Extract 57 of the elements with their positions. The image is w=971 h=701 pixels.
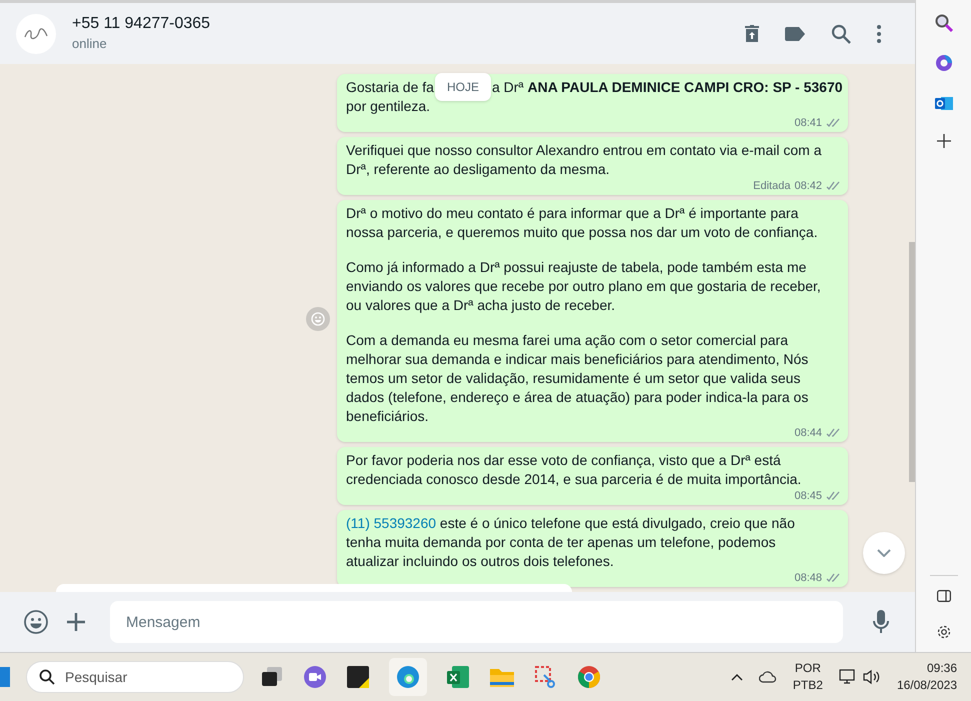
message-text: (11) 55393260 este é o único telefone que está divulgado, creio que não tenha muita demanda por conta de ter apenas um telefone, podemos atualizar incluindo os outros dois telefones. [346, 514, 796, 571]
video-app-icon[interactable] [303, 665, 327, 689]
cloud-icon[interactable] [758, 671, 777, 683]
network-icon[interactable] [838, 669, 857, 685]
message-text: Como já informado a Drª possui reajuste de tabela, pode também esta me enviando os valores que recebe por outro plano em que gostaria de receber, ou valores que a Drª acha justo de receber. [346, 258, 822, 315]
logo-icon [23, 26, 49, 40]
microphone-icon[interactable] [873, 610, 889, 634]
contact-status: online [72, 34, 108, 52]
outlook-icon[interactable] [934, 94, 952, 112]
date-badge: HOJE [435, 73, 492, 101]
message-time: 08:48 [794, 571, 822, 585]
edge-icon[interactable] [389, 658, 427, 696]
chevron-down-icon [877, 549, 891, 557]
message-text: Gostaria de fa [346, 78, 434, 97]
search-placeholder: Pesquisar [65, 668, 128, 687]
message-text: Por favor poderia nos dar esse voto de confiança, visto que a Drª está credenciada conosco desde 2014, e sua parceria é de muita importância. [346, 451, 802, 489]
sidebar-panel-icon[interactable] [936, 590, 950, 602]
folder-icon[interactable] [489, 666, 515, 688]
copilot-icon[interactable] [934, 54, 952, 72]
phone-link[interactable]: (11) 55393260 [346, 515, 436, 531]
taskbar-search-field[interactable]: Pesquisar [26, 661, 244, 693]
add-icon[interactable] [936, 134, 950, 148]
message-time: 08:42 [794, 179, 822, 193]
trash-upload-icon[interactable] [745, 24, 759, 42]
scrollbar[interactable] [909, 242, 915, 482]
emoji-icon [311, 312, 325, 326]
browser-icon [396, 665, 420, 689]
excel-icon[interactable] [446, 665, 470, 689]
start-button[interactable] [0, 667, 10, 687]
message-time: 08:44 [794, 426, 822, 440]
message-time: 08:41 [794, 116, 822, 130]
message-text: Drª o motivo do meu contato é para informar que a Drª é importante para nossa parceria, e queremos muito que possa nos dar um voto de confiança. [346, 204, 819, 242]
message-text: Com a demanda eu mesma farei uma ação com o setor comercial para melhorar sua demanda e indicar mais beneficiários para atendimento, Nós temos um setor de validação, resumidamente é um setor que valida seus dados (telefone, endereço e área de atuação) para poder indica-la para os beneficiários. [346, 331, 810, 426]
language-indicator[interactable]: POR PTB2 [792, 660, 823, 694]
speaker-icon[interactable] [862, 669, 881, 685]
search-icon [39, 669, 55, 685]
caret-up-icon[interactable] [730, 673, 743, 681]
contact-name: +55 11 94277-0365 [72, 14, 212, 34]
message-input[interactable]: Mensagem [110, 601, 843, 643]
task-view-icon[interactable] [260, 665, 284, 689]
clock[interactable]: 09:36 16/08/2023 [896, 660, 957, 694]
message-text: a Drª ANA PAULA DEMINICE CAMPI CRO: SP - 53670 [492, 78, 843, 97]
message-time: 08:45 [794, 489, 822, 503]
plus-icon[interactable] [66, 612, 86, 632]
contact-avatar[interactable] [16, 14, 56, 54]
message-text: Verifiquei que nosso consultor Alexandro entrou em contato via e-mail com a Drª, referente ao desligamento da mesma. [346, 141, 822, 179]
edited-label: Editada [753, 179, 790, 193]
snipping-tool-icon[interactable] [534, 665, 558, 689]
search-icon[interactable] [934, 14, 952, 32]
sticky-notes-icon[interactable] [346, 665, 370, 689]
emoji-icon[interactable] [24, 610, 48, 634]
settings-icon[interactable] [936, 624, 952, 640]
message-text: por gentileza. [346, 97, 430, 116]
chrome-icon[interactable] [577, 665, 601, 689]
search-icon[interactable] [831, 24, 851, 44]
label-icon[interactable] [785, 26, 805, 40]
menu-icon[interactable] [877, 24, 881, 42]
